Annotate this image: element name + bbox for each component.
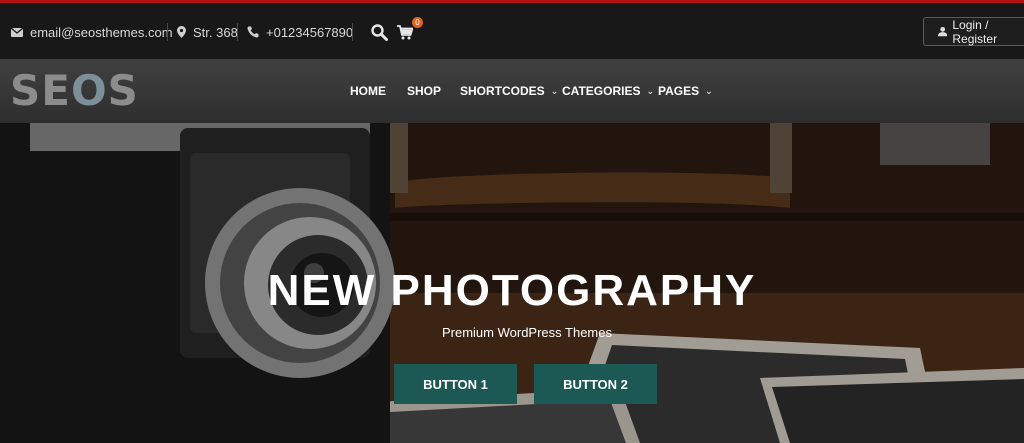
email-link[interactable]: email@seosthemes.com xyxy=(11,22,173,42)
nav-item-shop[interactable]: SHOP xyxy=(407,81,441,101)
hero-slider: NEW PHOTOGRAPHY Premium WordPress Themes… xyxy=(0,123,1024,443)
user-icon xyxy=(938,26,948,37)
cart-count-badge: 0 xyxy=(412,17,423,28)
phone-link[interactable]: +01234567890 xyxy=(247,22,353,42)
divider xyxy=(237,23,238,41)
hero-button-2[interactable]: BUTTON 2 xyxy=(534,364,657,404)
nav-item-pages[interactable]: PAGES ⌄ xyxy=(658,81,713,101)
hero-subtitle: Premium WordPress Themes xyxy=(441,325,612,340)
cart-icon xyxy=(397,24,413,39)
nav-item-categories[interactable]: CATEGORIES ⌄ xyxy=(562,81,654,101)
main-navigation: SEOS HOME SHOP SHORTCODES ⌄ CATEGORIES ⌄… xyxy=(0,59,1024,123)
envelope-icon xyxy=(11,27,23,37)
logo-text: SE xyxy=(10,66,71,115)
chevron-down-icon: ⌄ xyxy=(705,85,713,96)
login-register-label: Login / Register xyxy=(952,17,998,46)
logo-text-o: O xyxy=(70,66,108,115)
nav-item-home[interactable]: HOME xyxy=(350,81,386,101)
login-register-button[interactable]: Login / Register xyxy=(923,17,1024,46)
search-button[interactable] xyxy=(371,22,395,42)
divider xyxy=(167,23,168,41)
nav-item-shortcodes[interactable]: SHORTCODES ⌄ xyxy=(460,81,558,101)
chevron-down-icon: ⌄ xyxy=(646,85,654,96)
address-text: Str. 368 xyxy=(193,24,238,40)
search-icon xyxy=(371,23,388,41)
nav-item-label: PAGES xyxy=(658,84,700,98)
nav-item-label: SHOP xyxy=(407,84,442,98)
nav-item-label: HOME xyxy=(350,84,386,98)
phone-text: +01234567890 xyxy=(266,24,354,40)
hero-button-1[interactable]: BUTTON 1 xyxy=(394,364,517,404)
chevron-down-icon: ⌄ xyxy=(550,85,559,96)
site-logo[interactable]: SEOS xyxy=(10,69,139,113)
email-text: email@seosthemes.com xyxy=(30,24,173,40)
address-item: Str. 368 xyxy=(177,22,238,42)
nav-item-label: CATEGORIES xyxy=(562,84,641,98)
nav-item-label: SHORTCODES xyxy=(460,84,545,98)
logo-text: S xyxy=(107,66,139,115)
hero-title: NEW PHOTOGRAPHY xyxy=(267,266,757,315)
map-pin-icon xyxy=(177,26,186,38)
top-bar: email@seosthemes.com Str. 368 +012345678… xyxy=(0,0,1024,59)
phone-icon xyxy=(247,26,259,38)
divider xyxy=(352,23,353,41)
